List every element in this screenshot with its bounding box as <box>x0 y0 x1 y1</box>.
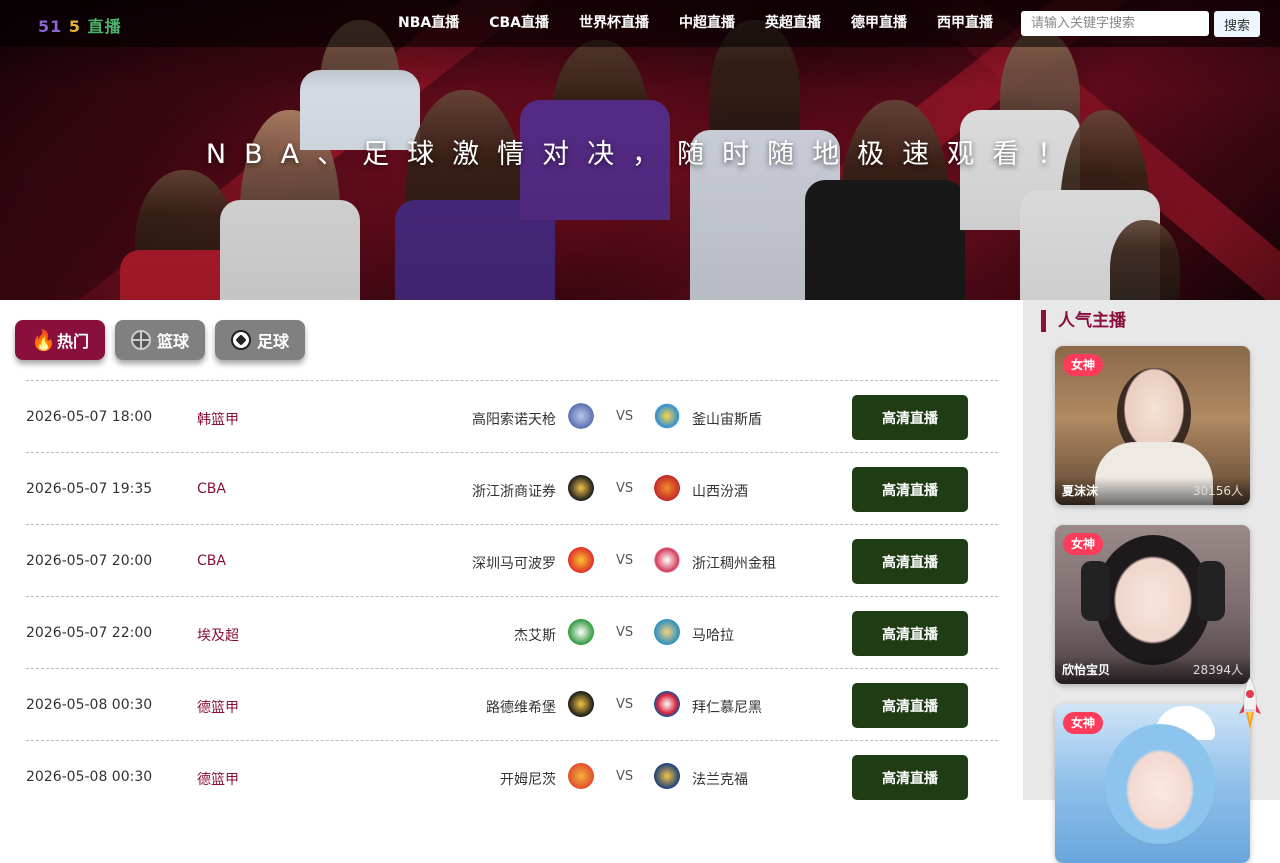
nav-csl[interactable]: 中超直播 <box>679 0 735 47</box>
away-team-logo-icon <box>652 761 682 791</box>
home-team-logo-icon <box>566 617 596 647</box>
vs-label: VS <box>616 769 634 784</box>
match-league[interactable]: 埃及超 <box>197 625 239 645</box>
away-team: 釜山宙斯盾 <box>692 412 762 428</box>
hd-live-button[interactable]: 高清直播 <box>852 755 968 800</box>
home-team-logo-icon <box>566 401 596 431</box>
away-team: 马哈拉 <box>692 628 734 644</box>
match-row: 2026-05-07 22:00 埃及超 杰艾斯 VS 马哈拉 高清直播 <box>26 596 998 668</box>
vs-label: VS <box>616 553 634 568</box>
nav-nba[interactable]: NBA直播 <box>398 0 459 47</box>
match-league[interactable]: CBA <box>197 553 226 569</box>
tab-soccer[interactable]: 足球 <box>215 320 305 360</box>
away-team-logo-icon <box>652 545 682 575</box>
back-to-top-rocket-icon[interactable] <box>1238 676 1262 734</box>
match-time: 2026-05-07 18:00 <box>26 409 153 425</box>
streamer-tag: 女神 <box>1063 354 1103 376</box>
home-team: 浙江浙商证券 <box>472 484 556 500</box>
home-team-logo-icon <box>566 761 596 791</box>
match-league[interactable]: 德篮甲 <box>197 697 239 717</box>
match-row: 2026-05-08 00:30 德篮甲 开姆尼茨 VS 法兰克福 高清直播 <box>26 740 998 812</box>
home-team: 高阳索诺天枪 <box>472 412 556 428</box>
hd-live-button[interactable]: 高清直播 <box>852 539 968 584</box>
away-team: 拜仁慕尼黑 <box>692 700 762 716</box>
main-nav: NBA直播 CBA直播 世界杯直播 中超直播 英超直播 德甲直播 西甲直播 <box>398 0 1023 47</box>
home-team-logo-icon <box>566 689 596 719</box>
flame-icon: 🔥 <box>30 328 56 352</box>
nav-cba[interactable]: CBA直播 <box>489 0 549 47</box>
match-time: 2026-05-07 22:00 <box>26 625 153 641</box>
vs-label: VS <box>616 697 634 712</box>
away-team-logo-icon <box>652 689 682 719</box>
hd-live-button[interactable]: 高清直播 <box>852 467 968 512</box>
home-team: 深圳马可波罗 <box>472 556 556 572</box>
streamer-card[interactable]: 女神 夏沫沫 30156人 <box>1055 346 1250 505</box>
streamer-name: 欣怡宝贝 <box>1062 663 1111 677</box>
match-league[interactable]: 德篮甲 <box>197 769 239 789</box>
hd-live-button[interactable]: 高清直播 <box>852 395 968 440</box>
match-league[interactable]: CBA <box>197 481 226 497</box>
match-league[interactable]: 韩篮甲 <box>197 409 239 429</box>
away-team-logo-icon <box>652 617 682 647</box>
streamer-tag: 女神 <box>1063 533 1103 555</box>
streamer-card[interactable]: 女神 <box>1055 704 1250 863</box>
match-row: 2026-05-08 00:30 德篮甲 路德维希堡 VS 拜仁慕尼黑 高清直播 <box>26 668 998 740</box>
match-time: 2026-05-08 00:30 <box>26 769 153 785</box>
tab-hot[interactable]: 🔥 热门 <box>15 320 105 360</box>
away-team-logo-icon <box>652 401 682 431</box>
match-time: 2026-05-07 20:00 <box>26 553 153 569</box>
category-tabs: 🔥 热门 篮球 足球 <box>15 320 315 360</box>
home-team: 开姆尼茨 <box>500 772 556 788</box>
search-button[interactable]: 搜索 <box>1214 11 1260 37</box>
away-team: 法兰克福 <box>692 772 748 788</box>
vs-label: VS <box>616 625 634 640</box>
away-team: 山西汾酒 <box>692 484 748 500</box>
home-team: 路德维希堡 <box>486 700 556 716</box>
hd-live-button[interactable]: 高清直播 <box>852 683 968 728</box>
streamer-viewers: 28394人 <box>1192 663 1243 677</box>
nav-epl[interactable]: 英超直播 <box>765 0 821 47</box>
vs-label: VS <box>616 481 634 496</box>
home-team-logo-icon <box>566 545 596 575</box>
sidebar-title: 人气主播 <box>1041 310 1126 332</box>
soccer-ball-icon <box>230 330 251 350</box>
vs-label: VS <box>616 409 634 424</box>
hero-banner: 51 5 直播 NBA直播 CBA直播 世界杯直播 中超直播 英超直播 德甲直播… <box>0 0 1280 300</box>
top-navigation-bar: 51 5 直播 NBA直播 CBA直播 世界杯直播 中超直播 英超直播 德甲直播… <box>0 0 1280 47</box>
basketball-icon <box>130 330 151 350</box>
away-team: 浙江稠州金租 <box>692 556 776 572</box>
site-logo[interactable]: 51 5 直播 <box>38 13 122 37</box>
nav-bundesliga[interactable]: 德甲直播 <box>851 0 907 47</box>
search-input[interactable] <box>1021 11 1209 36</box>
hd-live-button[interactable]: 高清直播 <box>852 611 968 656</box>
tab-basketball[interactable]: 篮球 <box>115 320 205 360</box>
streamer-tag: 女神 <box>1063 712 1103 734</box>
match-row: 2026-05-07 19:35 CBA 浙江浙商证券 VS 山西汾酒 高清直播 <box>26 452 998 524</box>
nav-laliga[interactable]: 西甲直播 <box>937 0 993 47</box>
match-row: 2026-05-07 20:00 CBA 深圳马可波罗 VS 浙江稠州金租 高清… <box>26 524 998 596</box>
match-list: 2026-05-07 18:00 韩篮甲 高阳索诺天枪 VS 釜山宙斯盾 高清直… <box>26 380 998 812</box>
match-time: 2026-05-08 00:30 <box>26 697 153 713</box>
home-team-logo-icon <box>566 473 596 503</box>
nav-worldcup[interactable]: 世界杯直播 <box>579 0 649 47</box>
streamer-name: 夏沫沫 <box>1062 484 1099 498</box>
match-time: 2026-05-07 19:35 <box>26 481 153 497</box>
hero-slogan: NBA、足球激情对决，随时随地极速观看！ <box>205 139 1083 170</box>
streamer-viewers: 30156人 <box>1192 484 1243 498</box>
away-team-logo-icon <box>652 473 682 503</box>
streamer-card[interactable]: 女神 欣怡宝贝 28394人 <box>1055 525 1250 684</box>
home-team: 杰艾斯 <box>514 628 556 644</box>
match-row: 2026-05-07 18:00 韩篮甲 高阳索诺天枪 VS 釜山宙斯盾 高清直… <box>26 380 998 452</box>
